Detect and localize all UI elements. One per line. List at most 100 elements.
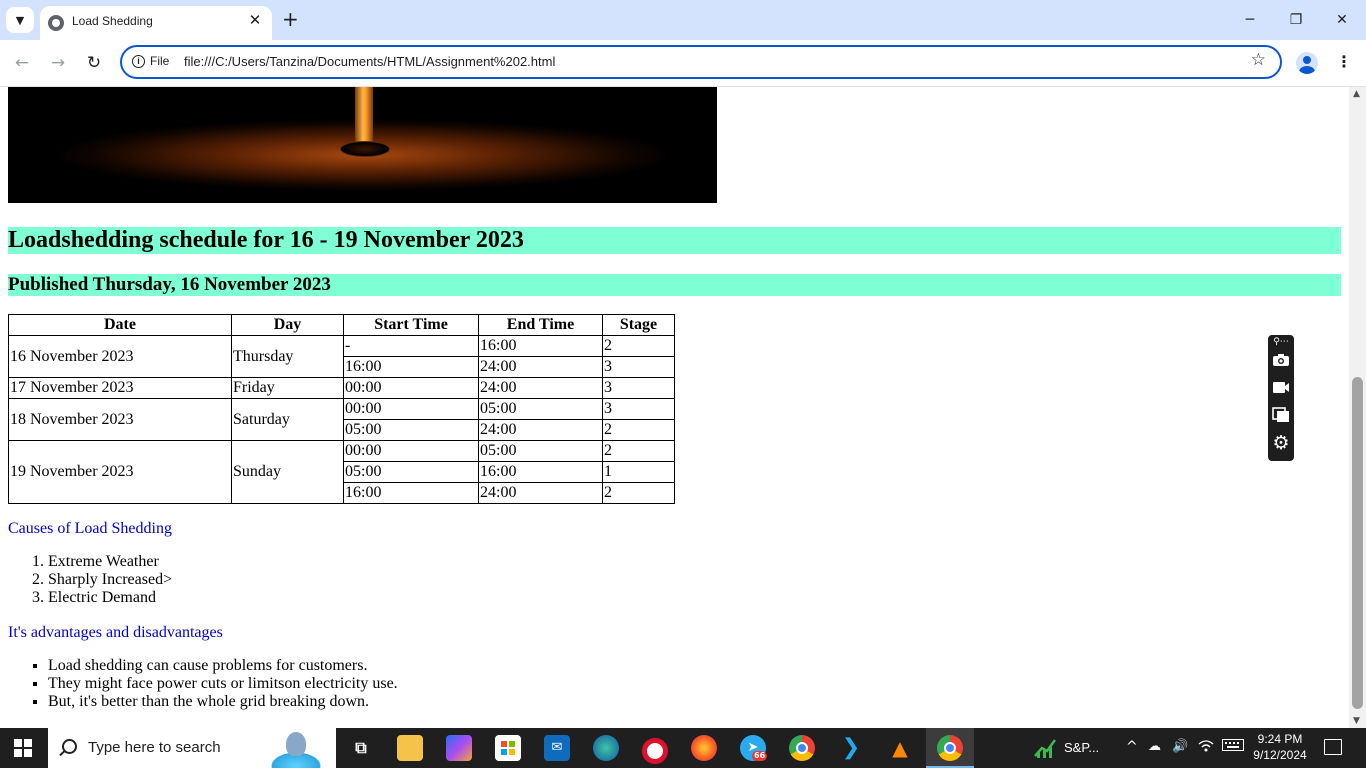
address-bar[interactable]: i File file:///C:/Users/Tanzina/Document… bbox=[120, 45, 1282, 79]
vscode-icon[interactable]: ❯ bbox=[838, 735, 864, 761]
reload-button[interactable]: ↻ bbox=[82, 52, 106, 74]
url-text[interactable]: file:///C:/Users/Tanzina/Documents/HTML/… bbox=[184, 54, 555, 69]
search-placeholder: Type here to search bbox=[88, 739, 221, 756]
causes-list: Extreme Weather Sharply Increased> Elect… bbox=[8, 553, 172, 607]
task-view-icon[interactable]: ⧉ bbox=[348, 735, 374, 761]
telegram-icon[interactable]: ➤ 66 bbox=[740, 735, 768, 761]
table-row: 16 November 2023 Thursday - 16:00 2 bbox=[8, 335, 675, 378]
video-icon[interactable] bbox=[1271, 380, 1291, 400]
tab-strip: ▼ Load Shedding ✕ + ─ ❐ ✕ bbox=[0, 0, 1366, 40]
vlc-icon[interactable]: ▲ bbox=[887, 735, 913, 761]
edge-icon[interactable] bbox=[593, 735, 619, 761]
camera-icon[interactable] bbox=[1271, 353, 1291, 373]
day-cell: Friday bbox=[231, 377, 344, 399]
tab-load-shedding[interactable]: Load Shedding ✕ bbox=[40, 6, 272, 40]
tab-search-button[interactable]: ▼ bbox=[6, 7, 34, 33]
firefox-icon[interactable] bbox=[691, 735, 717, 761]
forward-button[interactable]: → bbox=[46, 52, 70, 74]
scroll-thumb[interactable] bbox=[1352, 377, 1363, 709]
file-explorer-icon[interactable] bbox=[397, 735, 423, 761]
file-chip[interactable]: File bbox=[150, 54, 169, 68]
keyboard-icon[interactable] bbox=[1222, 739, 1244, 755]
scroll-up-arrow-icon[interactable]: ▲ bbox=[1353, 89, 1360, 99]
list-item: Extreme Weather bbox=[48, 553, 172, 571]
search-highlight-dolphin-icon bbox=[258, 728, 334, 768]
search-icon bbox=[62, 739, 77, 754]
end-time-cell: 16:00 bbox=[478, 335, 603, 357]
stock-chart-icon[interactable] bbox=[1034, 738, 1056, 758]
copilot-icon[interactable] bbox=[446, 735, 472, 761]
profile-avatar-icon[interactable] bbox=[1296, 52, 1318, 74]
chrome-icon[interactable] bbox=[789, 735, 815, 761]
advantages-list: Load shedding can cause problems for cus… bbox=[8, 657, 398, 711]
windows-taskbar: Type here to search ⧉ ✉ ➤ 66 ❯ ▲ S&P... … bbox=[0, 728, 1366, 768]
table-row: 19 November 2023 Sunday 00:00 05:00 2 bbox=[8, 440, 675, 504]
scroll-down-arrow-icon[interactable]: ▼ bbox=[1353, 716, 1360, 726]
capture-toolbar: ⚲⋯ ⚙ bbox=[1268, 335, 1294, 461]
page-viewport: Loadshedding schedule for 16 - 19 Novemb… bbox=[0, 87, 1349, 728]
stage-cell: 2 bbox=[602, 419, 675, 441]
new-tab-button[interactable]: + bbox=[282, 9, 299, 29]
browser-menu-button[interactable]: ⋮ bbox=[1336, 52, 1352, 71]
onedrive-cloud-icon[interactable]: ☁ bbox=[1148, 739, 1161, 754]
start-time-cell: 16:00 bbox=[343, 482, 479, 504]
published-date: Published Thursday, 16 November 2023 bbox=[8, 274, 1341, 296]
header-stage: Stage bbox=[602, 314, 675, 336]
taskbar-clock[interactable]: 9:24 PM 9/12/2024 bbox=[1252, 731, 1308, 763]
stock-widget-label[interactable]: S&P... bbox=[1064, 740, 1099, 755]
header-day: Day bbox=[231, 314, 344, 336]
mail-icon[interactable]: ✉ bbox=[544, 735, 570, 761]
date-cell: 16 November 2023 bbox=[8, 335, 232, 378]
globe-icon bbox=[48, 15, 64, 31]
day-cell: Thursday bbox=[231, 335, 344, 378]
day-cell: Sunday bbox=[231, 440, 344, 504]
minimize-button[interactable]: ─ bbox=[1228, 8, 1272, 32]
taskbar-search-box[interactable]: Type here to search bbox=[48, 728, 336, 768]
restore-button[interactable]: ❐ bbox=[1274, 8, 1318, 32]
tray-expand-icon[interactable]: ^ bbox=[1126, 739, 1138, 755]
date-cell: 19 November 2023 bbox=[8, 440, 232, 504]
bookmark-star-icon[interactable]: ☆ bbox=[1251, 50, 1266, 70]
candle-icon bbox=[355, 87, 373, 143]
list-item: Sharply Increased> bbox=[48, 571, 172, 589]
clock-time: 9:24 PM bbox=[1257, 732, 1303, 746]
end-time-cell: 16:00 bbox=[478, 461, 603, 483]
start-time-cell: 00:00 bbox=[343, 377, 479, 399]
advantages-heading: It's advantages and disadvantages bbox=[8, 624, 223, 641]
notification-icon[interactable] bbox=[1324, 739, 1342, 755]
candle-image bbox=[8, 87, 717, 203]
chrome-active-app[interactable] bbox=[926, 728, 974, 768]
toolbar-grip-icon[interactable]: ⚲⋯ bbox=[1271, 335, 1291, 349]
volume-icon[interactable]: 🔊 bbox=[1172, 739, 1188, 754]
end-time-cell: 24:00 bbox=[478, 356, 603, 378]
list-item: They might face power cuts or limitson e… bbox=[48, 675, 398, 693]
causes-heading: Causes of Load Shedding bbox=[8, 520, 172, 537]
end-time-cell: 24:00 bbox=[478, 419, 603, 441]
microsoft-store-icon[interactable] bbox=[495, 735, 521, 761]
info-icon[interactable]: i bbox=[132, 55, 145, 68]
windows-start-icon[interactable] bbox=[14, 739, 32, 757]
start-time-cell: 00:00 bbox=[343, 440, 479, 462]
page-scrollbar[interactable]: ▲ ▼ bbox=[1349, 87, 1366, 728]
opera-icon[interactable] bbox=[642, 738, 668, 764]
list-item: But, it's better than the whole grid bre… bbox=[48, 693, 398, 711]
day-cell: Saturday bbox=[231, 398, 344, 441]
end-time-cell: 24:00 bbox=[478, 377, 603, 399]
stage-cell: 3 bbox=[602, 377, 675, 399]
end-time-cell: 24:00 bbox=[478, 482, 603, 504]
wifi-icon[interactable] bbox=[1198, 739, 1214, 757]
chevron-down-icon: ▼ bbox=[15, 13, 25, 27]
start-time-cell: 05:00 bbox=[343, 419, 479, 441]
start-time-cell: 00:00 bbox=[343, 398, 479, 420]
end-time-cell: 05:00 bbox=[478, 440, 603, 462]
schedule-table: Date Day Start Time End Time Stage 16 No… bbox=[8, 314, 675, 504]
close-window-button[interactable]: ✕ bbox=[1320, 8, 1364, 32]
back-button[interactable]: ← bbox=[10, 52, 34, 74]
copy-icon[interactable] bbox=[1271, 407, 1291, 427]
stage-cell: 2 bbox=[602, 440, 675, 462]
settings-icon[interactable]: ⚙ bbox=[1271, 433, 1291, 453]
start-time-cell: 05:00 bbox=[343, 461, 479, 483]
page-title: Loadshedding schedule for 16 - 19 Novemb… bbox=[8, 227, 1341, 254]
start-time-cell: - bbox=[343, 335, 479, 357]
tab-close-button[interactable]: ✕ bbox=[246, 11, 264, 29]
